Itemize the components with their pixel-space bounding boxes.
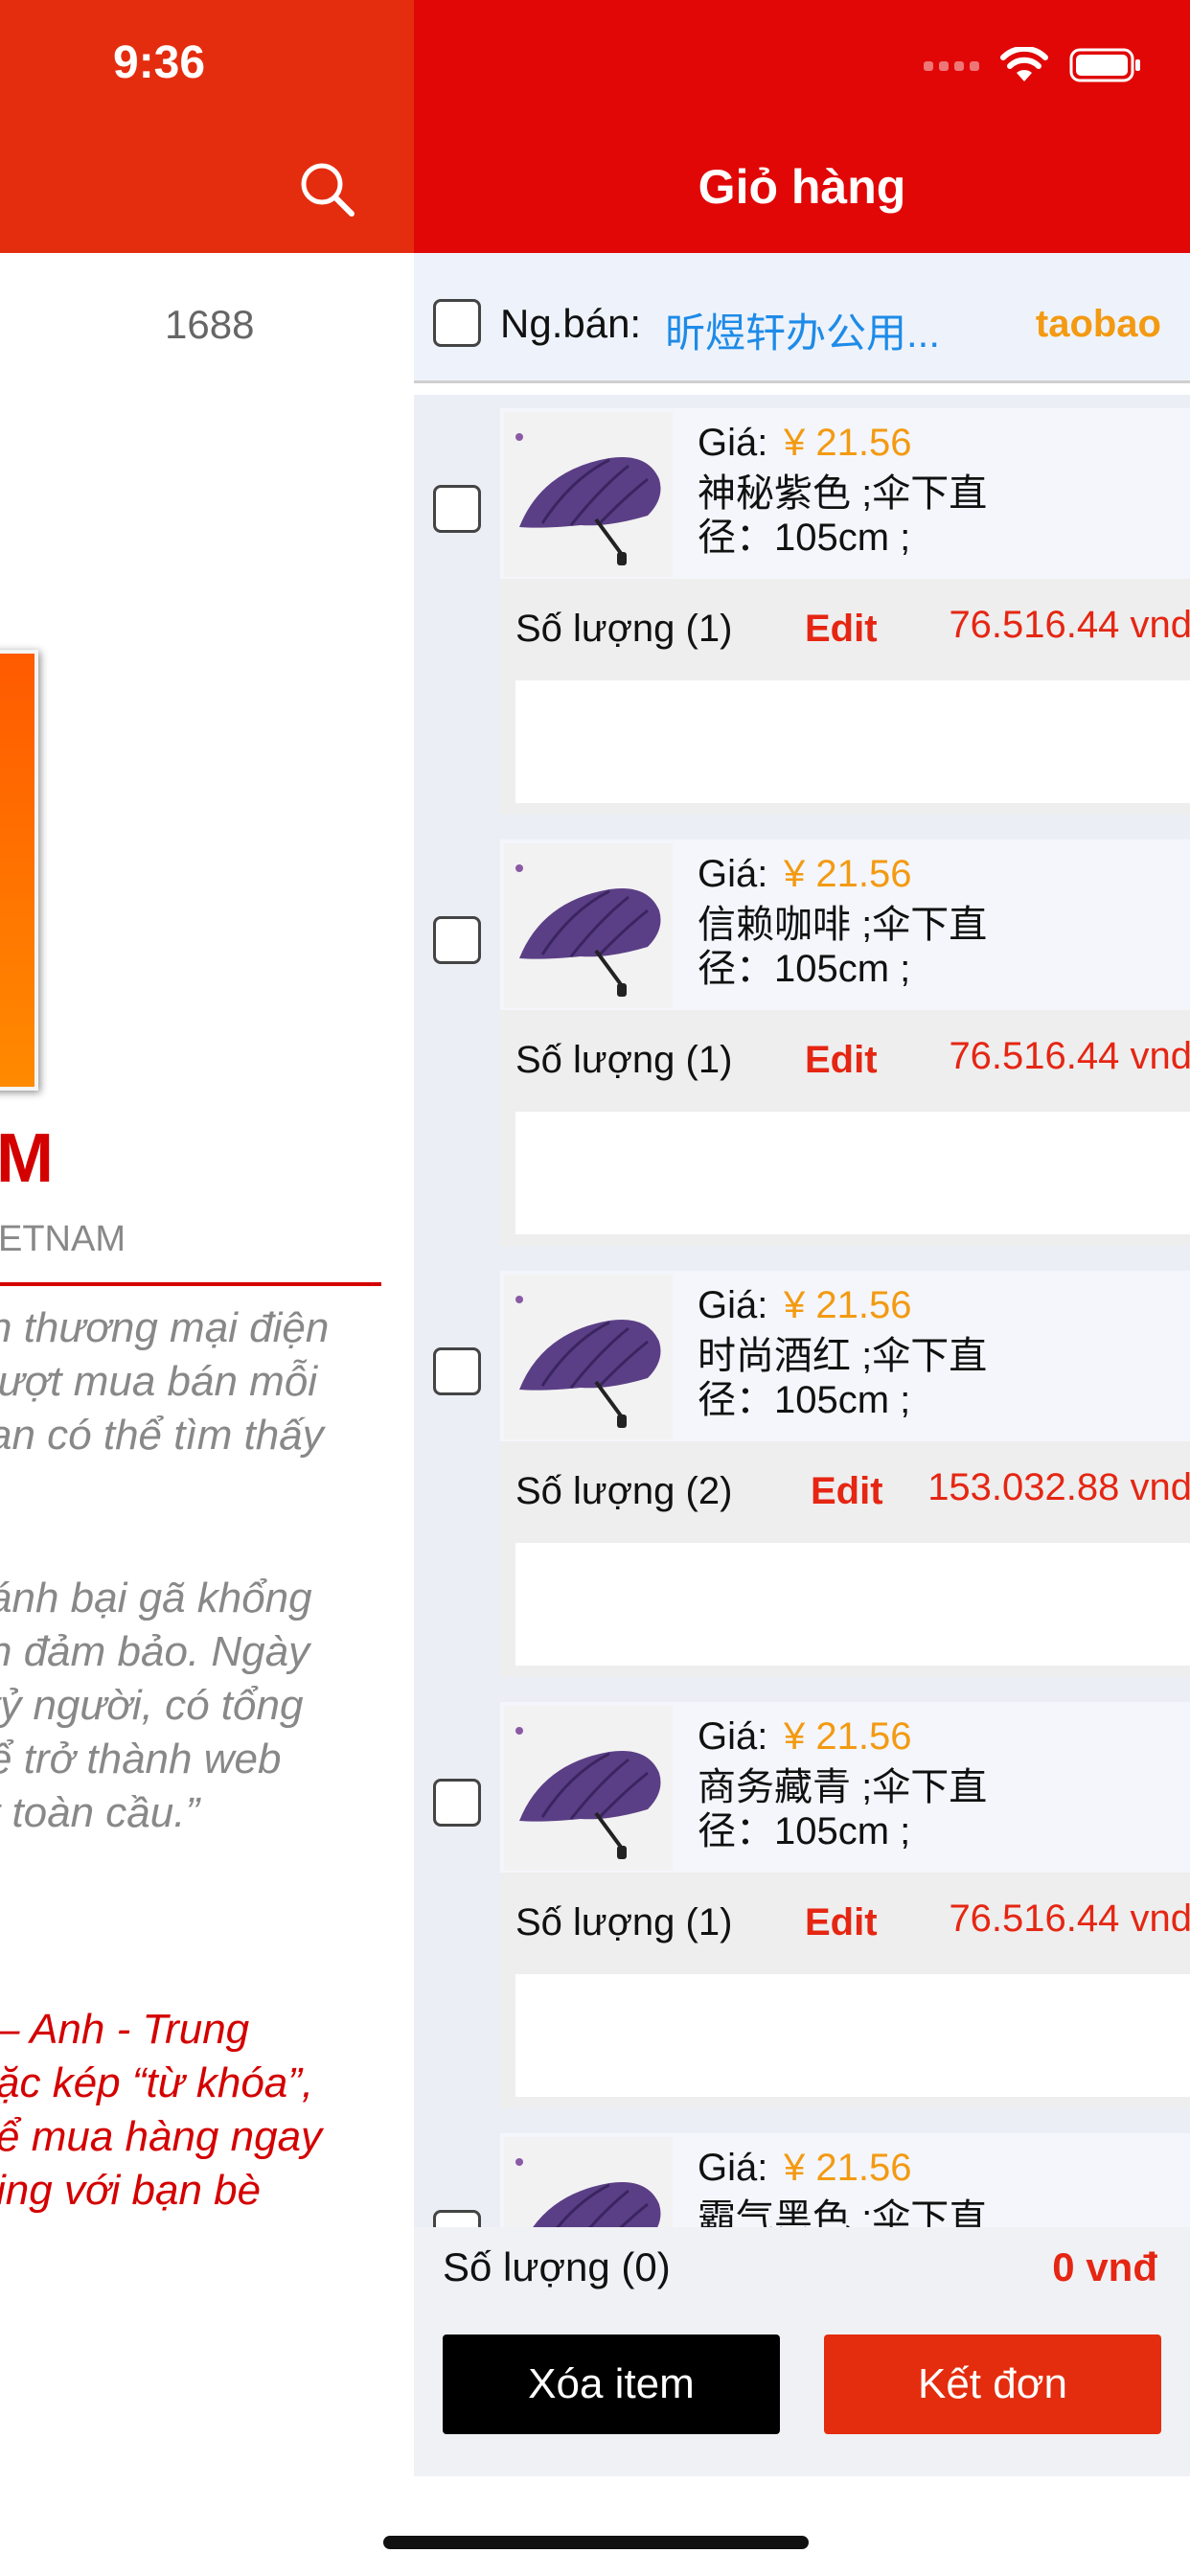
- item-card: Giá: ¥ 21.56 时尚酒红 ;伞下直径：105cm ; Số lượng…: [500, 1271, 1190, 1677]
- item-variant: 霸气黑色 ;伞下直: [698, 2197, 988, 2227]
- item-checkbox[interactable]: [433, 1779, 481, 1827]
- umbrella-image: [515, 864, 661, 997]
- price-label: Giá:: [698, 853, 768, 895]
- seller-checkbox[interactable]: [433, 299, 481, 347]
- background-screen: 9:36 1688 M ETNAM n thương mại điện lượt…: [0, 0, 414, 2576]
- item-total: 76.516.44 vnd: [949, 1898, 1190, 1940]
- item-checkbox[interactable]: [433, 916, 481, 964]
- edit-button[interactable]: Edit: [805, 608, 878, 651]
- edit-button[interactable]: Edit: [805, 1039, 878, 1082]
- item-total: 76.516.44 vnd: [949, 604, 1190, 646]
- item-variant: 时尚酒红 ;伞下直径：105cm ;: [698, 1335, 988, 1421]
- item-price: ¥ 21.56: [784, 853, 912, 895]
- umbrella-image: [515, 2158, 661, 2227]
- place-order-button[interactable]: Kết đơn: [824, 2334, 1161, 2434]
- item-quantity: Số lượng (1): [515, 608, 733, 650]
- article-paragraph-3: – Anh - Trung ặc kép “từ khóa”, ể mua hà…: [0, 2006, 323, 2214]
- price-label: Giá:: [698, 1715, 768, 1758]
- item-details: Giá: ¥ 21.56 霸气黑色 ;伞下直: [500, 2133, 1190, 2227]
- product-thumbnail[interactable]: [504, 2137, 673, 2227]
- price-label: Giá:: [698, 422, 768, 464]
- cart-item: Giá: ¥ 21.56 信赖咖啡 ;伞下直径：105cm ; Số lượng…: [414, 840, 1190, 1246]
- item-card: Giá: ¥ 21.56 神秘紫色 ;伞下直径：105cm ; Số lượng…: [500, 408, 1190, 815]
- item-checkbox[interactable]: [433, 1347, 481, 1395]
- cart-title: Giỏ hàng: [698, 160, 906, 214]
- item-variant: 神秘紫色 ;伞下直径：105cm ;: [698, 472, 988, 559]
- item-checkbox[interactable]: [433, 2210, 481, 2227]
- cart-item-list[interactable]: Giá: ¥ 21.56 神秘紫色 ;伞下直径：105cm ; Số lượng…: [414, 395, 1190, 2227]
- umbrella-image: [515, 1296, 661, 1428]
- price-label: Giá:: [698, 2147, 768, 2189]
- promo-banner[interactable]: [0, 650, 38, 1091]
- item-checkbox[interactable]: [433, 485, 481, 533]
- cart-item: Giá: ¥ 21.56 神秘紫色 ;伞下直径：105cm ; Số lượng…: [414, 408, 1190, 815]
- item-note-field[interactable]: [515, 1112, 1190, 1234]
- item-note-field[interactable]: [515, 1974, 1190, 2097]
- item-quantity: Số lượng (1): [515, 1039, 733, 1081]
- umbrella-image: [515, 1727, 661, 1859]
- item-note-field[interactable]: [515, 680, 1190, 803]
- delete-item-button[interactable]: Xóa item: [443, 2334, 780, 2434]
- status-time: 9:36: [113, 37, 206, 88]
- status-icons: [924, 46, 1142, 84]
- seller-name-link[interactable]: 昕煜轩办公用...: [665, 301, 981, 359]
- item-price: ¥ 21.56: [784, 2147, 912, 2189]
- item-card: Giá: ¥ 21.56 霸气黑色 ;伞下直: [500, 2133, 1190, 2227]
- home-indicator[interactable]: [383, 2536, 809, 2549]
- cart-panel: Giỏ hàng Ng.bán: 昕煜轩办公用... taobao Giá: ¥…: [414, 0, 1190, 2576]
- item-card: Giá: ¥ 21.56 商务藏青 ;伞下直径：105cm ; Số lượng…: [500, 1702, 1190, 2108]
- item-price: ¥ 21.56: [784, 1284, 912, 1326]
- item-details: Giá: ¥ 21.56 神秘紫色 ;伞下直径：105cm ;: [500, 408, 1190, 579]
- background-header: 9:36: [0, 0, 414, 253]
- item-note-field[interactable]: [515, 1543, 1190, 1666]
- tab-1688[interactable]: 1688: [165, 302, 254, 348]
- source-badge: taobao: [1035, 303, 1161, 345]
- price-label: Giá:: [698, 1284, 768, 1326]
- cart-item: Giá: ¥ 21.56 时尚酒红 ;伞下直径：105cm ; Số lượng…: [414, 1271, 1190, 1677]
- article-paragraph-2: ánh bại gã khổng n đảm bảo. Ngày tỷ ngườ…: [0, 1575, 312, 1836]
- umbrella-image: [515, 433, 661, 565]
- item-quantity: Số lượng (1): [515, 1901, 733, 1944]
- heading-divider: [0, 1282, 381, 1286]
- search-icon[interactable]: [297, 159, 356, 218]
- item-total: 153.032.88 vnd: [927, 1466, 1190, 1508]
- product-thumbnail[interactable]: [504, 412, 673, 577]
- product-thumbnail[interactable]: [504, 1706, 673, 1871]
- seller-row: Ng.bán: 昕煜轩办公用... taobao: [414, 253, 1190, 383]
- product-thumbnail[interactable]: [504, 843, 673, 1008]
- item-variant: 商务藏青 ;伞下直径：105cm ;: [698, 1766, 988, 1852]
- article-paragraph-1: n thương mại điện lượt mua bán mỗi an có…: [0, 1304, 330, 1512]
- cart-item: Giá: ¥ 21.56 霸气黑色 ;伞下直: [414, 2133, 1190, 2227]
- cart-item: Giá: ¥ 21.56 商务藏青 ;伞下直径：105cm ; Số lượng…: [414, 1702, 1190, 2108]
- battery-icon: [1069, 48, 1140, 82]
- selected-total: 0 vnđ: [1052, 2244, 1157, 2289]
- item-details: Giá: ¥ 21.56 商务藏青 ;伞下直径：105cm ;: [500, 1702, 1190, 1873]
- edit-button[interactable]: Edit: [811, 1470, 883, 1513]
- item-details: Giá: ¥ 21.56 时尚酒红 ;伞下直径：105cm ;: [500, 1271, 1190, 1441]
- cellular-signal-icon: [924, 61, 979, 71]
- item-variant: 信赖咖啡 ;伞下直径：105cm ;: [698, 904, 988, 990]
- item-price: ¥ 21.56: [784, 422, 912, 464]
- wifi-icon: [1000, 47, 1048, 81]
- item-card: Giá: ¥ 21.56 信赖咖啡 ;伞下直径：105cm ; Số lượng…: [500, 840, 1190, 1246]
- selected-quantity: Số lượng (0): [443, 2244, 671, 2289]
- cart-footer: Số lượng (0) 0 vnđ Xóa item Kết đơn: [414, 2227, 1190, 2476]
- article-heading: M: [0, 1120, 54, 1197]
- product-thumbnail[interactable]: [504, 1275, 673, 1439]
- article-subheading: ETNAM: [0, 1219, 126, 1259]
- edit-button[interactable]: Edit: [805, 1901, 878, 1944]
- item-total: 76.516.44 vnd: [949, 1035, 1190, 1077]
- seller-label: Ng.bán:: [500, 301, 642, 346]
- cart-header: Giỏ hàng: [414, 0, 1190, 253]
- item-quantity: Số lượng (2): [515, 1470, 733, 1512]
- item-price: ¥ 21.56: [784, 1715, 912, 1758]
- item-details: Giá: ¥ 21.56 信赖咖啡 ;伞下直径：105cm ;: [500, 840, 1190, 1010]
